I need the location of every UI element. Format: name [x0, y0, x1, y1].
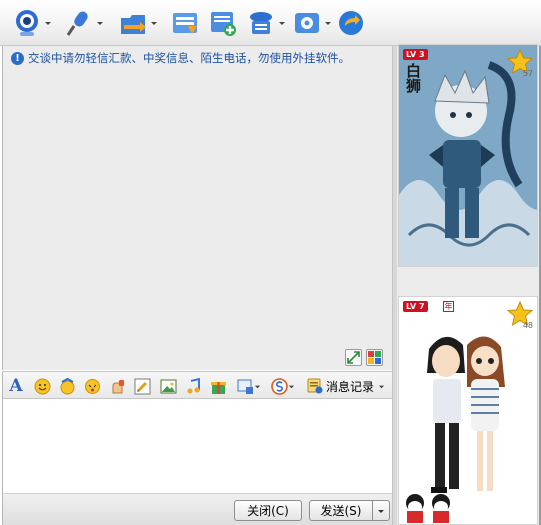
couple-avatar — [399, 297, 537, 524]
chevron-down-icon[interactable] — [324, 19, 332, 27]
gift-icon — [210, 381, 226, 394]
year-badge: 年 — [443, 301, 454, 312]
share-icon — [339, 11, 363, 35]
chat-history-area[interactable]: ! 交谈中请勿轻信汇款、中奖信息、陌生电话，勿使用外挂软件。 — [2, 46, 392, 370]
magic-emoji-icon — [60, 377, 74, 394]
music-note-icon — [187, 377, 200, 393]
screenshot-icon — [237, 379, 253, 394]
top-toolbar — [0, 0, 541, 46]
shake-window-icon — [84, 378, 100, 394]
send-message-icon — [173, 13, 197, 34]
chevron-down-icon[interactable] — [278, 19, 286, 27]
expand-icon — [347, 351, 360, 364]
chevron-down-icon[interactable] — [254, 383, 261, 390]
chevron-down-icon[interactable] — [44, 19, 52, 27]
share-button[interactable] — [336, 6, 366, 40]
message-log-label: 消息记录 — [326, 379, 375, 394]
close-button[interactable]: 关闭(C) — [234, 500, 302, 521]
color-palette-icon — [368, 351, 381, 364]
send-options-button[interactable] — [372, 500, 390, 521]
pencil-icon — [134, 378, 150, 394]
chevron-down-icon[interactable] — [96, 19, 104, 27]
message-input[interactable] — [2, 399, 392, 493]
sogou-icon — [271, 377, 288, 395]
sogou-input-button[interactable] — [269, 377, 297, 395]
magic-emoji-button[interactable] — [58, 377, 76, 395]
font-icon: A — [9, 376, 23, 396]
send-image-button[interactable] — [159, 377, 177, 395]
video-call-button[interactable] — [12, 6, 52, 40]
chevron-down-icon[interactable] — [288, 383, 295, 390]
chevron-down-icon[interactable] — [378, 383, 385, 390]
hand-icon — [112, 379, 124, 393]
level-badge: LV 7 — [403, 301, 428, 312]
doodle-button[interactable] — [133, 377, 151, 395]
voice-call-button[interactable] — [64, 6, 104, 40]
format-toolbar: A 消息记录 — [2, 371, 392, 399]
send-file-button[interactable] — [118, 6, 158, 40]
theme-button[interactable] — [366, 349, 383, 366]
self-avatar-show[interactable]: LV 7 年 48 — [398, 296, 538, 525]
music-button[interactable] — [184, 377, 202, 395]
send-file-icon — [121, 15, 146, 34]
chevron-down-icon — [378, 509, 384, 513]
contact-avatar-show[interactable]: LV 3 白狮 57 — [398, 44, 541, 267]
star-count: 57 — [522, 69, 533, 78]
bottom-bar: 关闭(C) 发送(S) — [2, 493, 392, 525]
voice-message-button[interactable] — [108, 377, 126, 395]
screenshot-button[interactable] — [235, 377, 263, 395]
send-message-button[interactable] — [170, 6, 200, 40]
level-badge: LV 3 — [403, 49, 428, 60]
video-call-icon — [16, 10, 38, 36]
remote-assist-button[interactable] — [246, 6, 286, 40]
remote-assist-icon — [250, 12, 272, 34]
emoji-button[interactable] — [33, 377, 51, 395]
create-group-button[interactable] — [208, 6, 238, 40]
star-count: 48 — [522, 321, 533, 330]
avatar-pane: LV 3 白狮 57 LV 7 年 48 — [397, 44, 541, 525]
shake-button[interactable] — [83, 377, 101, 395]
message-log-button[interactable]: 消息记录 — [307, 376, 385, 396]
picture-icon — [160, 379, 176, 393]
security-notice-text: 交谈中请勿轻信汇款、中奖信息、陌生电话，勿使用外挂软件。 — [28, 51, 350, 65]
shield-icon: ! — [11, 51, 24, 65]
create-group-icon — [211, 12, 236, 36]
font-button[interactable]: A — [7, 376, 25, 396]
app-settings-icon — [295, 13, 319, 33]
security-notice: ! 交谈中请勿轻信汇款、中奖信息、陌生电话，勿使用外挂软件。 — [11, 50, 350, 66]
avatar-title-glyphs: 白狮 — [404, 63, 422, 93]
gift-button[interactable] — [209, 377, 227, 395]
app-settings-button[interactable] — [292, 6, 332, 40]
chevron-down-icon[interactable] — [150, 19, 158, 27]
voice-call-icon — [66, 11, 88, 36]
send-button[interactable]: 发送(S) — [309, 500, 373, 521]
history-icon — [307, 378, 323, 394]
expand-button[interactable] — [345, 349, 362, 366]
smiley-icon — [34, 378, 50, 394]
